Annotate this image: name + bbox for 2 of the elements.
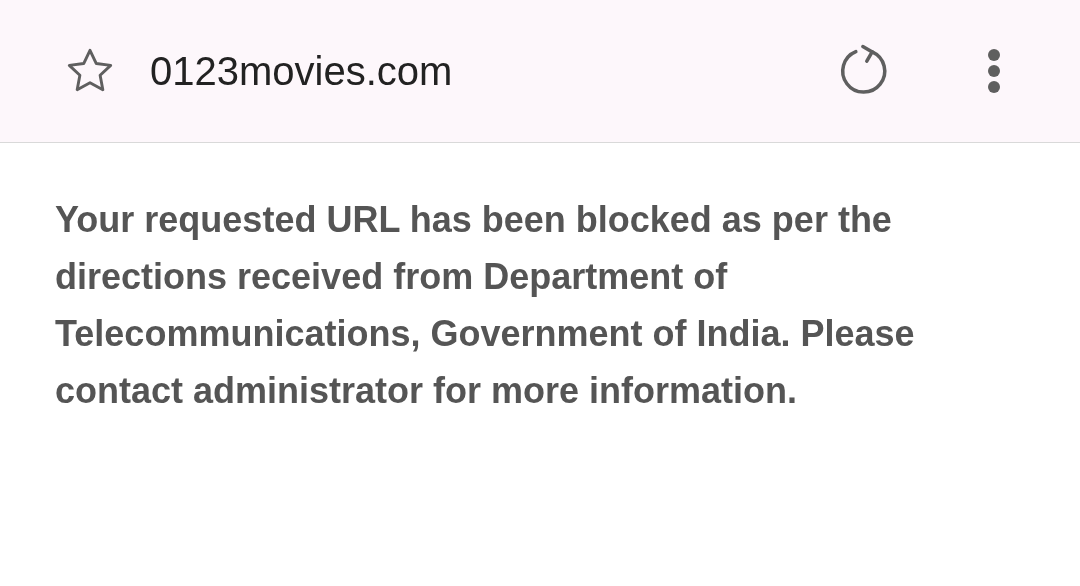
url-text[interactable]: 0123movies.com — [150, 41, 453, 101]
blocked-message: Your requested URL has been blocked as per the directions received from Department of Telecommunications, Government of India. Please contact administrator for more information. — [55, 198, 916, 413]
